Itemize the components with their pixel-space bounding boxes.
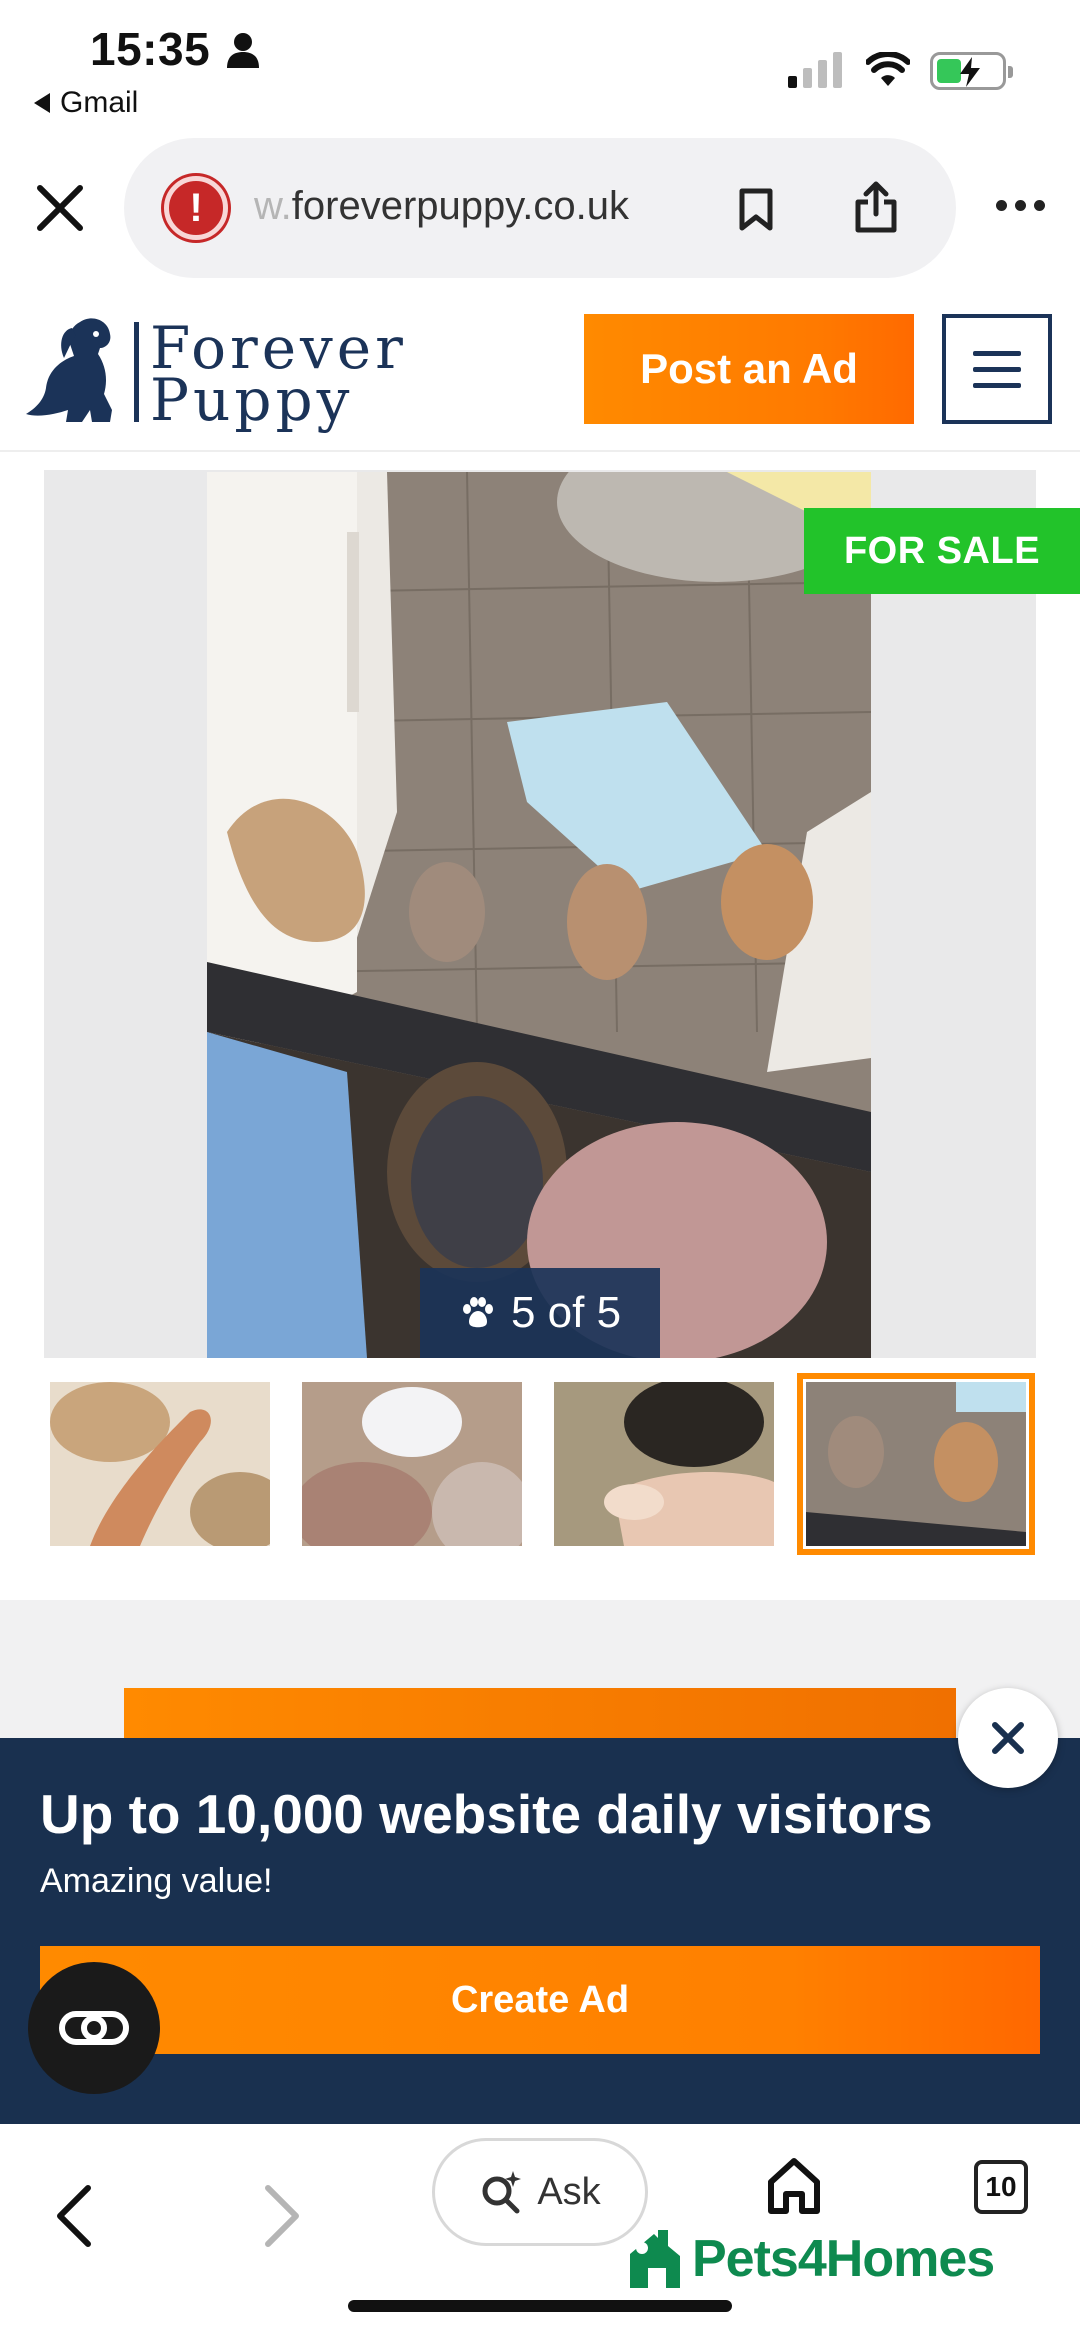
url-bar[interactable]: ! w.foreverpuppy.co.uk — [124, 138, 956, 278]
home-icon[interactable] — [766, 2156, 822, 2216]
logo-text-puppy: Puppy — [150, 366, 354, 434]
pets4homes-logo: Pets4Homes — [626, 2228, 995, 2290]
paw-icon — [462, 1297, 493, 1328]
person-icon — [227, 33, 259, 68]
main-photo[interactable] — [207, 472, 871, 1358]
share-icon[interactable] — [852, 180, 900, 234]
thumbnail-4[interactable] — [797, 1373, 1035, 1555]
url-text-domain: foreverpuppy.co.uk — [291, 184, 630, 228]
pets4homes-text: Pets4Homes — [692, 2230, 995, 2288]
promo-title: Up to 10,000 website daily visitors — [40, 1783, 933, 1845]
dog-logo-icon — [26, 318, 112, 422]
photo-gallery[interactable] — [44, 470, 1036, 1358]
url-text[interactable]: w.foreverpuppy.co.uk — [254, 184, 674, 229]
hamburger-menu-button[interactable] — [942, 314, 1052, 424]
assistant-floating-button[interactable] — [28, 1962, 160, 2094]
promo-close-button[interactable] — [958, 1688, 1058, 1788]
thumbnail-3[interactable] — [554, 1382, 774, 1546]
post-ad-button[interactable]: Post an Ad — [584, 314, 914, 424]
signal-icon — [788, 52, 842, 88]
link-icon — [59, 2011, 129, 2045]
photo-counter-text: 5 of 5 — [510, 1288, 622, 1337]
thumbnail-2[interactable] — [302, 1382, 522, 1546]
home-indicator[interactable] — [348, 2300, 732, 2312]
back-to-app-link[interactable]: Gmail — [34, 86, 138, 120]
logo-divider — [134, 322, 139, 422]
pets4homes-logo-icon — [630, 2230, 680, 2288]
bookmark-icon[interactable] — [736, 188, 776, 232]
alert-icon[interactable]: ! — [164, 176, 228, 240]
back-app-label: Gmail — [60, 86, 139, 119]
more-icon[interactable] — [996, 200, 1045, 211]
url-text-faded: w. — [254, 184, 292, 228]
sparkle-search-icon — [482, 2171, 522, 2214]
battery-charging-icon — [930, 52, 1013, 90]
thumbnail-strip — [50, 1373, 1035, 1555]
close-icon[interactable] — [34, 182, 86, 234]
close-icon — [992, 1722, 1024, 1754]
back-triangle-icon — [34, 93, 50, 113]
screen: 15:35 Gmail ! w.foreverpuppy.co.uk Forev… — [0, 0, 1080, 2338]
ask-label: Ask — [537, 2170, 601, 2213]
wifi-icon — [866, 52, 910, 86]
photo-counter: 5 of 5 — [420, 1268, 660, 1358]
tabs-count-button[interactable]: 10 — [974, 2160, 1028, 2214]
promo-subtitle: Amazing value! — [40, 1862, 273, 1900]
thumbnail-1[interactable] — [50, 1382, 270, 1546]
create-ad-button[interactable]: Create Ad — [40, 1946, 1040, 2054]
for-sale-badge: FOR SALE — [804, 508, 1080, 594]
forward-arrow-icon[interactable] — [262, 2184, 302, 2248]
back-arrow-icon[interactable] — [54, 2184, 94, 2248]
ask-button[interactable]: Ask — [432, 2138, 648, 2246]
promo-banner: Up to 10,000 website daily visitors Amaz… — [0, 1738, 1080, 2124]
status-time: 15:35 — [90, 23, 211, 75]
site-header: Forever Puppy Post an Ad — [0, 300, 1080, 452]
